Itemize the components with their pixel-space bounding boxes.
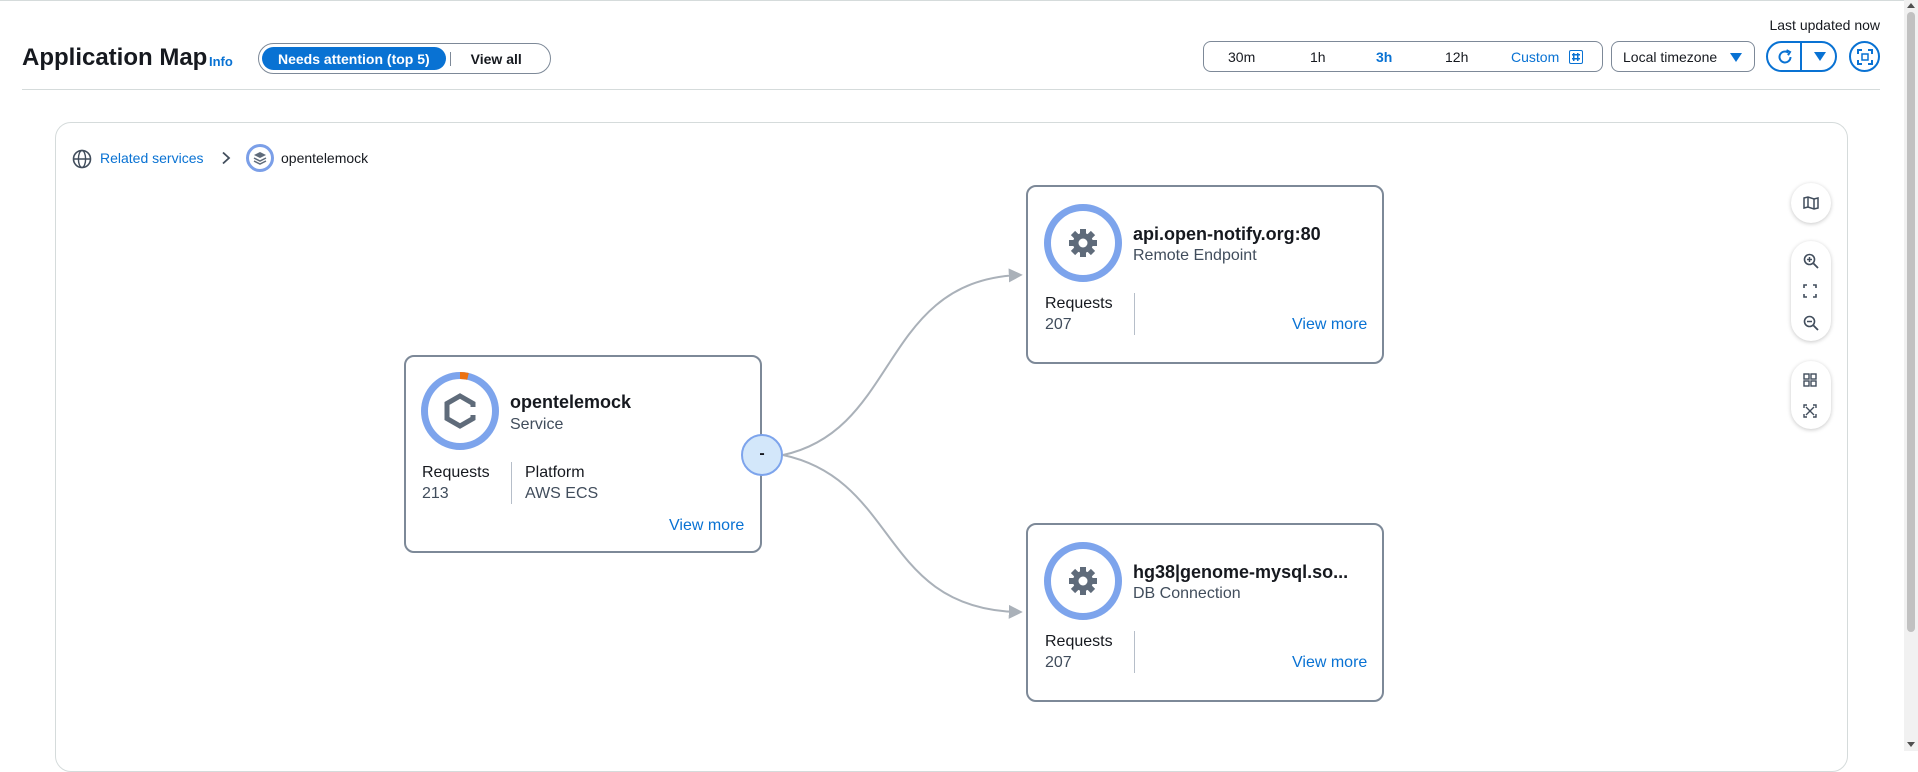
scrollbar-thumb[interactable] <box>1907 12 1915 632</box>
zoom-in-icon[interactable] <box>1803 253 1819 269</box>
metric-divider <box>511 462 512 504</box>
node-title: opentelemock <box>510 392 632 412</box>
minimap-control <box>1791 183 1831 223</box>
zoom-controls <box>1791 241 1831 341</box>
requests-label: Requests <box>1045 295 1113 312</box>
platform-label: Platform <box>525 464 585 481</box>
scroll-down-arrow-icon[interactable] <box>1907 742 1915 747</box>
node-health-ring <box>1044 204 1122 282</box>
edges-layer <box>782 268 1023 619</box>
requests-label: Requests <box>1045 633 1113 650</box>
grid-layout-icon[interactable] <box>1803 373 1817 387</box>
requests-value: 207 <box>1045 654 1072 671</box>
edge-to-db-connection[interactable] <box>782 454 1023 619</box>
expand-nodes-icon[interactable] <box>1803 404 1817 418</box>
layout-controls <box>1791 361 1831 429</box>
metric-divider <box>1134 631 1135 673</box>
node-title: api.open-notify.org:80 <box>1133 224 1321 244</box>
gear-icon <box>1069 229 1097 257</box>
zoom-out-icon[interactable] <box>1803 315 1819 331</box>
requests-value: 207 <box>1045 316 1072 333</box>
node-title: hg38|genome-mysql.so... <box>1133 562 1349 582</box>
collapse-children-button[interactable]: - <box>741 434 783 476</box>
view-more-link[interactable]: View more <box>669 517 744 535</box>
warning-arc <box>459 372 469 380</box>
view-more-link[interactable]: View more <box>1292 654 1367 672</box>
requests-value: 213 <box>422 485 449 502</box>
view-more-link[interactable]: View more <box>1292 316 1367 334</box>
scroll-up-arrow-icon[interactable] <box>1907 3 1915 8</box>
vertical-scrollbar[interactable] <box>1904 0 1918 751</box>
gear-icon <box>1069 567 1097 595</box>
edge-to-remote-endpoint[interactable] <box>782 268 1023 456</box>
requests-label: Requests <box>422 464 490 481</box>
node-health-ring <box>1044 542 1122 620</box>
map-icon[interactable] <box>1803 196 1819 210</box>
node-type: Service <box>510 416 564 433</box>
node-type: Remote Endpoint <box>1133 247 1257 264</box>
metric-divider <box>1134 293 1135 335</box>
platform-value: AWS ECS <box>525 485 599 502</box>
fit-view-icon[interactable] <box>1803 284 1817 298</box>
node-type: DB Connection <box>1133 585 1241 602</box>
